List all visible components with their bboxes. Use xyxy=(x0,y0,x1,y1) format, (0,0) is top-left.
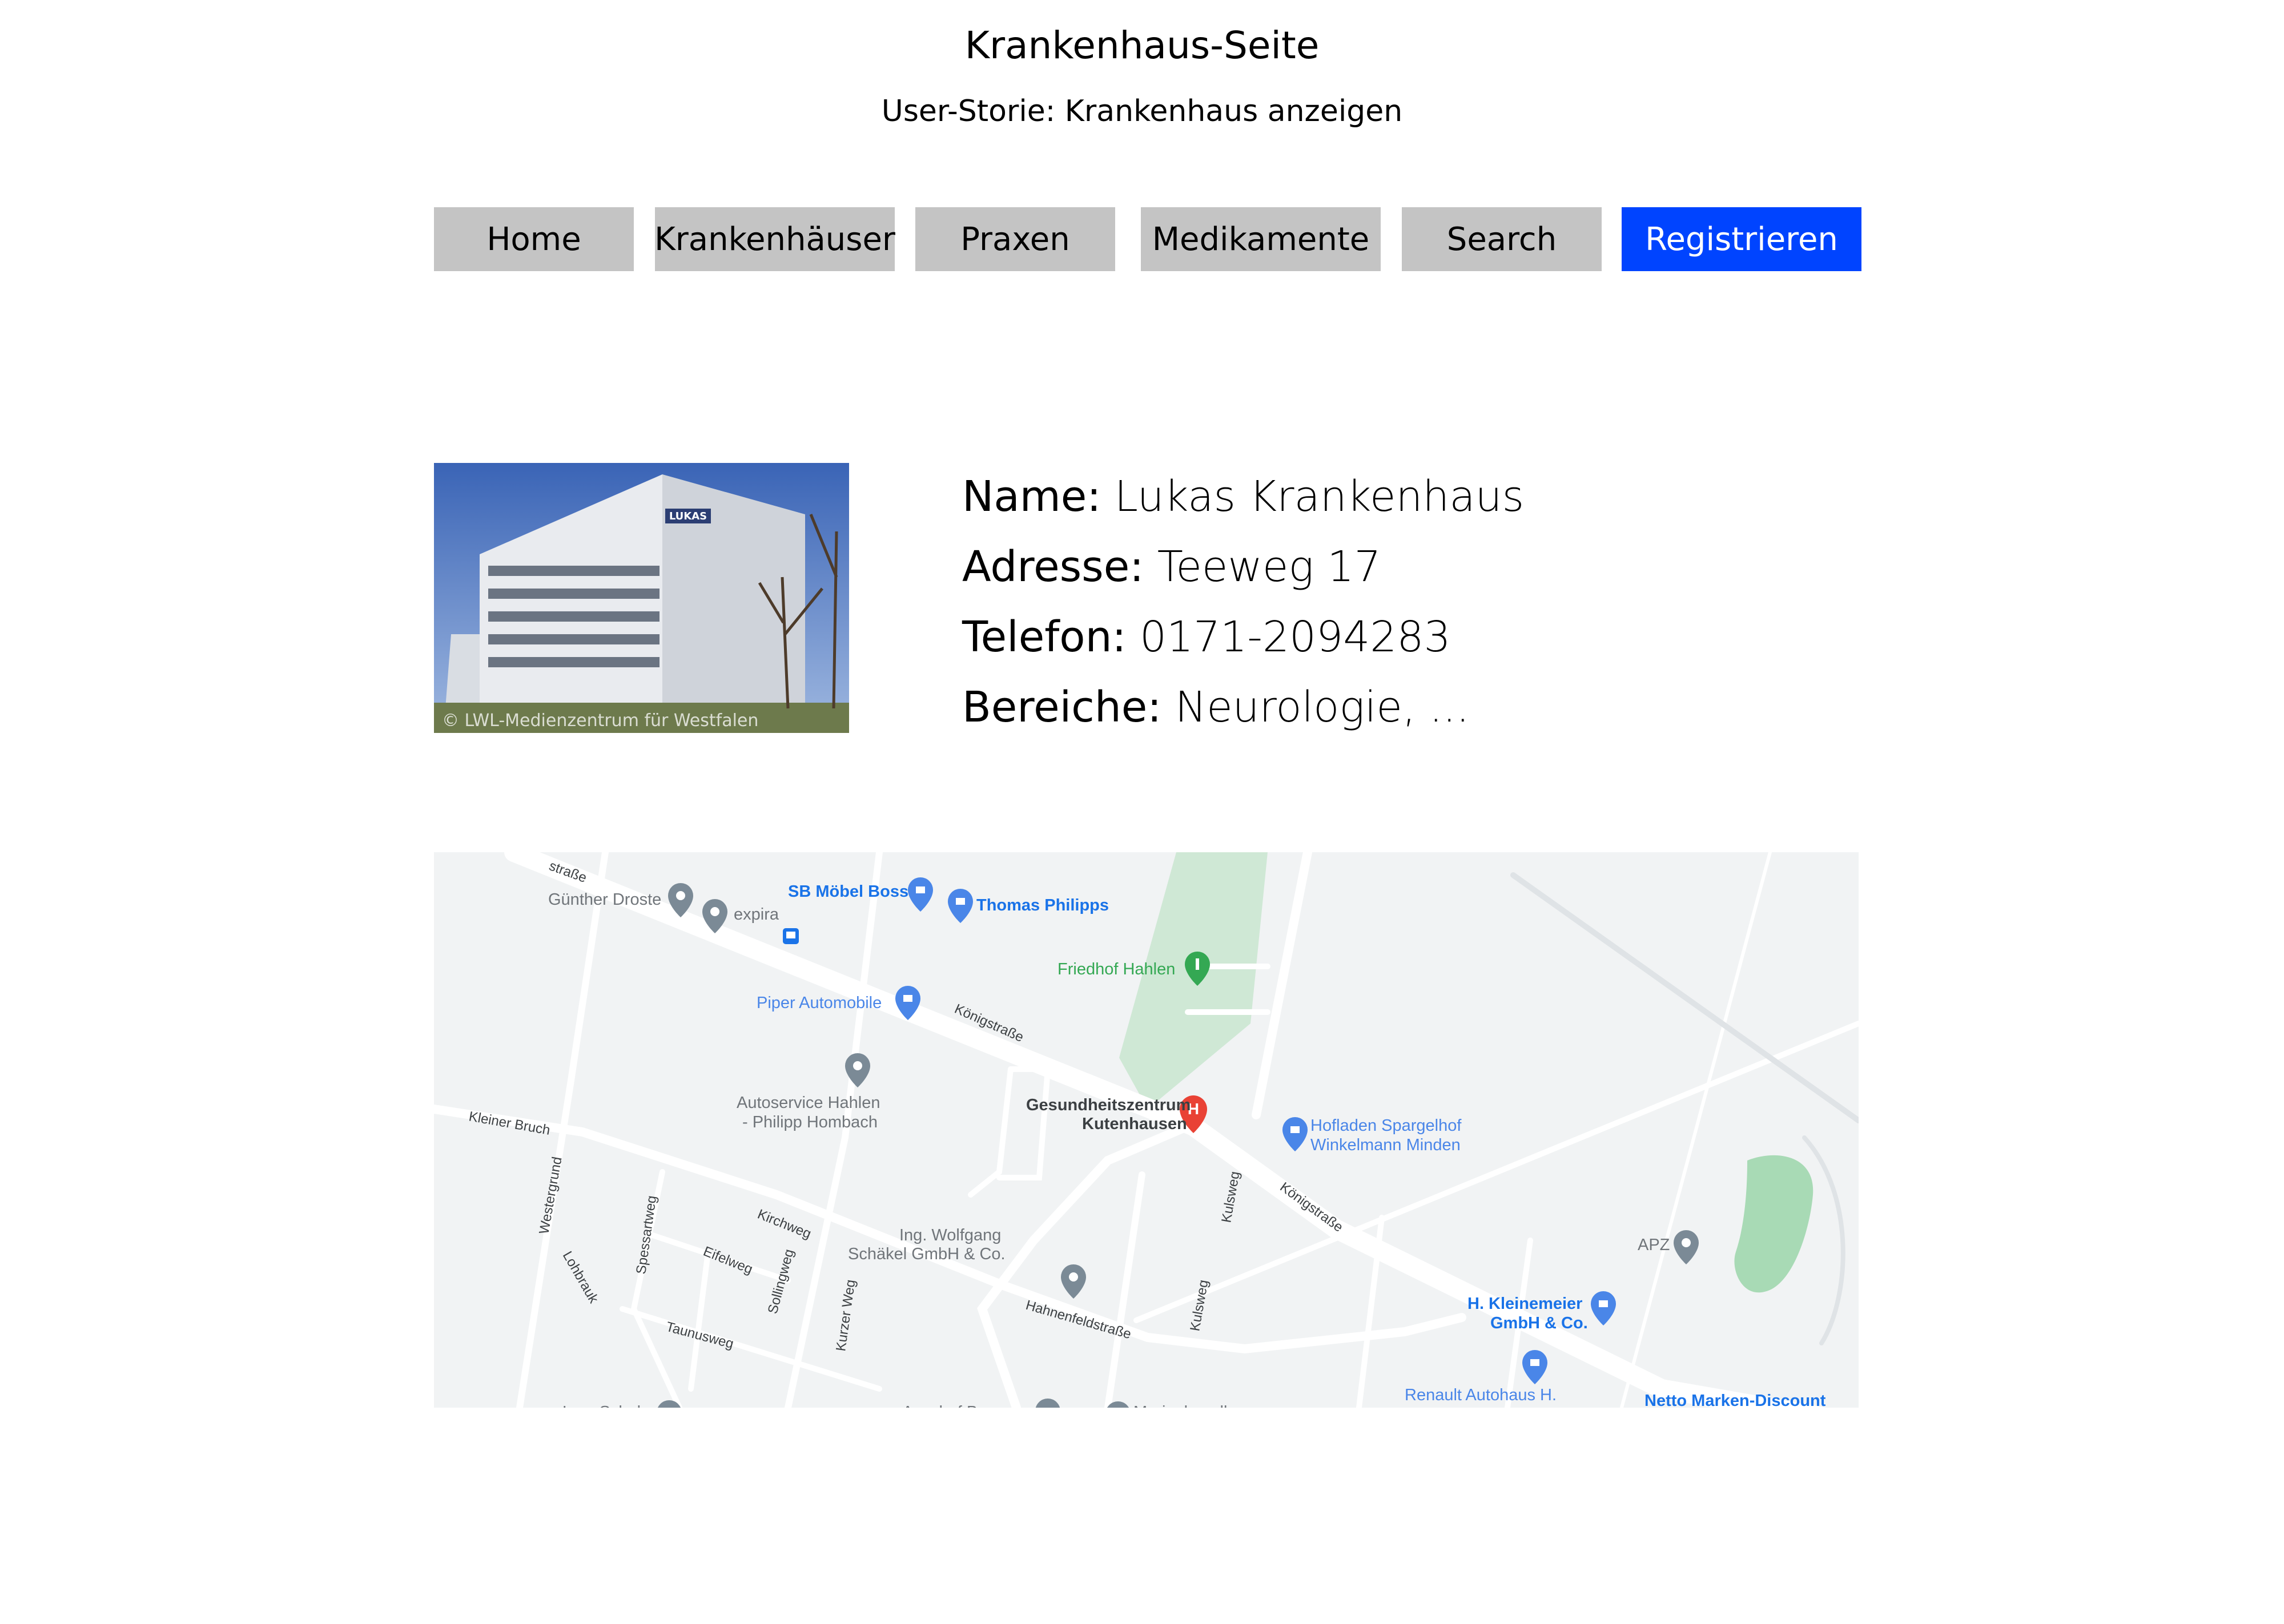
nav-hospitals-button[interactable]: Krankenhäuser xyxy=(654,207,895,271)
place-label: Anschaf B... xyxy=(902,1403,991,1408)
register-button[interactable]: Registrieren xyxy=(1622,207,1861,271)
departments-value: Neurologie, ... xyxy=(1175,683,1470,732)
place-label: Renault Autohaus H. xyxy=(1405,1386,1557,1404)
phone-label: Telefon: xyxy=(962,612,1127,662)
departments-label: Bereiche: xyxy=(962,683,1162,732)
place-label: H. Kleinemeier xyxy=(1467,1295,1582,1313)
place-label: Schäkel GmbH & Co. xyxy=(848,1245,1006,1263)
place-label: - Philipp Hombach xyxy=(742,1113,878,1131)
place-label: Gesundheitszentrum xyxy=(1026,1096,1191,1114)
place-label: GmbH & Co. xyxy=(1490,1314,1588,1332)
hospital-photo: LUKAS © LWL-Medienzentrum für Westfalen xyxy=(434,463,849,733)
name-row: Name: Lukas Krankenhaus xyxy=(962,474,1524,519)
place-label: Günther Droste xyxy=(548,890,661,909)
place-label: Marienkapelle xyxy=(1133,1403,1237,1408)
place-label: Kutenhausen xyxy=(1082,1115,1187,1133)
place-label: Piper Automobile xyxy=(757,994,882,1012)
photo-watermark: © LWL-Medienzentrum für Westfalen xyxy=(442,711,759,731)
name-value: Lukas Krankenhaus xyxy=(1114,472,1525,521)
nav-practices-button[interactable]: Praxen xyxy=(915,207,1115,271)
bus-stop-icon[interactable] xyxy=(783,928,799,944)
page-title: Krankenhaus-Seite xyxy=(964,23,1320,67)
place-label: expira xyxy=(734,905,779,924)
name-label: Name: xyxy=(962,472,1101,521)
nav-home-button[interactable]: Home xyxy=(434,207,634,271)
page-subtitle: User-Storie: Krankenhaus anzeigen xyxy=(881,94,1403,128)
nav-search-button[interactable]: Search xyxy=(1402,207,1602,271)
place-label: APZ xyxy=(1638,1236,1670,1254)
address-row: Adresse: Teeweg 17 xyxy=(962,544,1381,590)
phone-value: 0171-2094283 xyxy=(1139,612,1451,662)
building-sign: LUKAS xyxy=(669,510,707,522)
place-label: Hofladen Spargelhof xyxy=(1310,1117,1462,1135)
place-label: Lars Schulz xyxy=(562,1403,649,1408)
address-label: Adresse: xyxy=(962,542,1144,591)
nav-medications-button[interactable]: Medikamente xyxy=(1141,207,1381,271)
place-label: Autoservice Hahlen xyxy=(737,1094,880,1112)
departments-row: Bereiche: Neurologie, ... xyxy=(962,684,1470,730)
place-label: Winkelmann Minden xyxy=(1310,1136,1461,1154)
place-label: Ing. Wolfgang xyxy=(899,1226,1001,1244)
map[interactable]: straße Königstraße Königstraße Kleiner B… xyxy=(434,852,1859,1408)
place-label: Netto Marken-Discount xyxy=(1644,1392,1826,1408)
phone-row: Telefon: 0171-2094283 xyxy=(962,614,1451,660)
place-label: Friedhof Hahlen xyxy=(1057,960,1175,978)
address-value: Teeweg 17 xyxy=(1157,542,1381,591)
place-label: SB Möbel Boss xyxy=(788,882,908,901)
place-label: Thomas Philipps xyxy=(976,896,1109,914)
